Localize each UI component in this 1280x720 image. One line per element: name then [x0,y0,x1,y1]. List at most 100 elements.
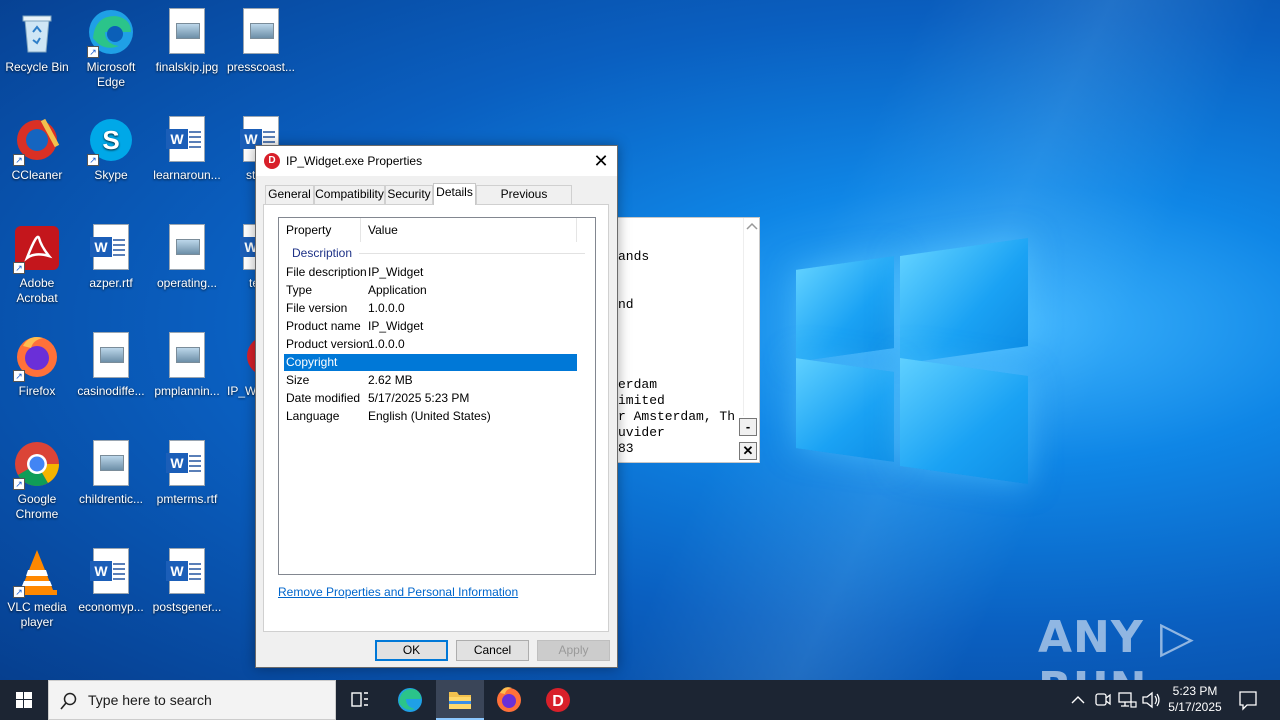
image-file-icon [87,440,135,488]
desktop-icon-azper-rtf[interactable]: W azper.rtf [75,224,147,291]
desktop-icon-microsoft-edge[interactable]: ↗ Microsoft Edge [75,8,147,90]
list-item[interactable]: Language English (United States) [284,408,577,425]
taskbar-ip-widget-button[interactable]: D [534,680,582,720]
console-line: nd [618,297,634,312]
tray-meet-now-button[interactable] [1092,680,1114,720]
property-name: Date modified [286,391,361,405]
property-name: Type [286,283,313,297]
tab-compatibility[interactable]: Compatibility [314,185,385,204]
desktop-icon-pmterms-rtf[interactable]: W pmterms.rtf [151,440,223,507]
word-document-icon: W [163,548,211,596]
desktop-icon-label: Firefox [18,384,56,398]
desktop-icon-label: Adobe Acrobat [16,276,58,305]
desktop-icon-adobe-acrobat[interactable]: ↗ Adobe Acrobat [1,224,73,306]
apply-button[interactable]: Apply [537,640,610,661]
tab-details[interactable]: Details [433,183,476,205]
taskbar-search-box[interactable]: Type here to search [48,680,336,720]
column-header-value[interactable]: Value [361,218,577,242]
desktop-icon-label: Skype [94,168,128,182]
desktop-icon-casinodiffe[interactable]: casinodiffe... [75,332,147,399]
desktop-icon-vlc[interactable]: ↗ VLC media player [1,548,73,630]
image-file-icon [163,332,211,380]
tray-volume-button[interactable] [1140,680,1162,720]
console-window[interactable]: ands nd erdam imited r Amsterdam, Th uvi… [617,217,760,463]
desktop-icon-economyp[interactable]: W economyp... [75,548,147,615]
image-file-icon [87,332,135,380]
property-value: 5/17/2025 5:23 PM [368,391,470,405]
cancel-button[interactable]: Cancel [456,640,529,661]
desktop-icon-operating[interactable]: operating... [151,224,223,291]
console-scrollbar[interactable] [743,218,759,416]
scroll-up-icon[interactable] [744,218,760,234]
taskbar-file-explorer-button[interactable] [436,680,484,720]
list-item[interactable]: Size 2.62 MB [284,372,577,389]
property-value: Application [368,283,427,297]
desktop-icon-firefox[interactable]: ↗ Firefox [1,332,73,399]
desktop-icon-ccleaner[interactable]: ↗ CCleaner [1,116,73,183]
firefox-icon: ↗ [13,332,61,382]
console-line: 83 [618,441,634,456]
desktop-icon-google-chrome[interactable]: ↗ Google Chrome [1,440,73,522]
list-item[interactable]: File version 1.0.0.0 [284,300,577,317]
property-name: File version [286,301,348,315]
camera-icon [1095,693,1111,706]
group-divider [359,253,585,254]
start-button[interactable] [0,680,48,720]
volume-icon [1142,691,1160,709]
ok-button[interactable]: OK [375,640,448,661]
property-name: Language [286,409,340,423]
edge-icon: ↗ [87,8,135,58]
taskbar-clock[interactable]: 5:23 PM 5/17/2025 [1160,683,1230,715]
desktop-icon-label: Recycle Bin [5,60,69,74]
console-line: erdam [618,377,658,392]
desktop-icon-presscoast[interactable]: presscoast... [225,8,297,75]
desktop-icon-finalskip-jpg[interactable]: finalskip.jpg [151,8,223,75]
desktop-icon-label: pmterms.rtf [156,492,218,506]
desktop-icon-postsgener[interactable]: W postsgener... [151,548,223,615]
group-header-description: Description [292,246,353,260]
dialog-titlebar[interactable]: D IP_Widget.exe Properties ✕ [256,146,617,176]
task-view-icon [351,692,368,707]
details-list[interactable]: Property Value Description File descript… [278,217,596,575]
list-item[interactable]: Product name IP_Widget [284,318,577,335]
tab-previous-versions[interactable]: Previous Versions [476,185,572,218]
word-document-icon: W [163,116,211,164]
list-item[interactable]: Date modified 5/17/2025 5:23 PM [284,390,577,407]
dialog-close-button[interactable]: ✕ [585,146,617,176]
property-name: Product name [286,319,361,333]
edge-icon [398,688,422,712]
console-minimize-button[interactable]: - [739,418,757,436]
taskbar: Type here to search D 5:23 PM 5/17/2025 [0,680,1280,720]
taskbar-edge-button[interactable] [386,680,434,720]
image-file-icon [237,8,285,56]
ip-widget-app-icon: D [546,688,570,712]
desktop-icon-learnaroun[interactable]: W learnaroun... [151,116,223,183]
property-value: 1.0.0.0 [368,337,405,351]
list-item[interactable]: Type Application [284,282,577,299]
tray-network-button[interactable] [1116,680,1138,720]
desktop-icon-childrentic[interactable]: childrentic... [75,440,147,507]
desktop-icon-skype[interactable]: S ↗ Skype [75,116,147,183]
column-header-property[interactable]: Property [279,218,361,242]
list-item[interactable]: Product version 1.0.0.0 [284,336,577,353]
task-view-button[interactable] [336,680,384,720]
desktop-icon-label: childrentic... [78,492,144,506]
remove-properties-link[interactable]: Remove Properties and Personal Informati… [278,585,518,599]
show-hidden-icons-button[interactable] [1068,680,1088,720]
list-header: Property Value [279,218,595,242]
console-close-button[interactable]: ✕ [739,442,757,460]
list-item-selected[interactable]: Copyright [284,354,577,371]
list-item[interactable]: File description IP_Widget [284,264,577,281]
recycle-bin-icon [13,8,61,56]
tab-security[interactable]: Security [385,185,433,204]
desktop-icon-label: economyp... [78,600,144,614]
properties-dialog[interactable]: D IP_Widget.exe Properties ✕ General Com… [255,145,618,668]
tab-general[interactable]: General [265,185,314,204]
action-center-button[interactable] [1234,680,1262,720]
desktop-icon-recycle-bin[interactable]: Recycle Bin [1,8,73,75]
taskbar-firefox-button[interactable] [485,680,533,720]
word-document-icon: W [163,440,211,488]
details-panel: Property Value Description File descript… [263,204,609,632]
network-icon [1118,692,1137,708]
dialog-title: IP_Widget.exe Properties [286,154,423,168]
